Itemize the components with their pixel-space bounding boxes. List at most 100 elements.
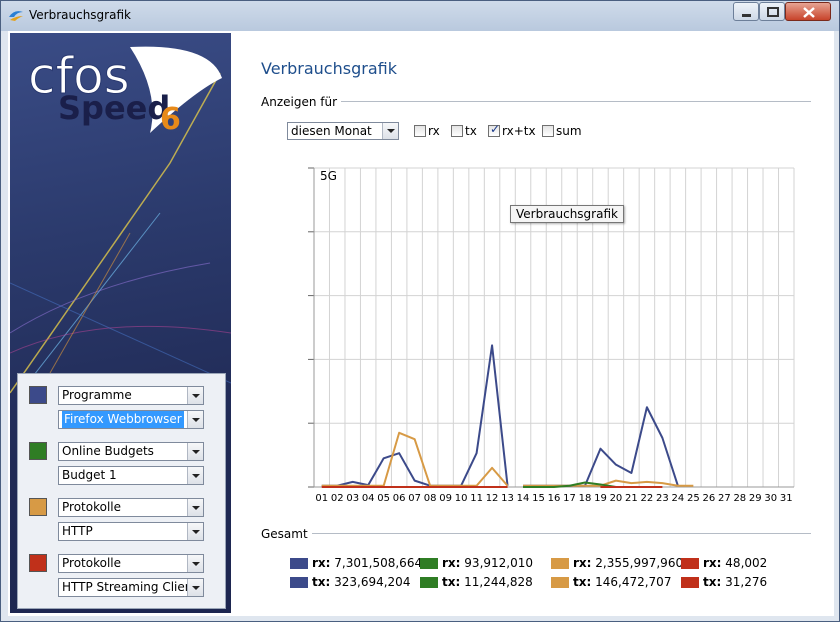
filter-panel: Programme Firefox Webbrowser Online Budget… <box>17 373 226 609</box>
checkbox-rx-tx-label: rx+tx <box>502 124 536 138</box>
x-tick-label: 28 <box>733 493 746 504</box>
y-max-label: 5G <box>320 169 337 183</box>
checkbox-rx-label: rx <box>428 124 440 138</box>
total-tx-item: tx: 323,694,204 <box>290 575 410 589</box>
total-tx-value: 31,276 <box>725 575 768 589</box>
chevron-down-icon[interactable] <box>187 467 203 484</box>
filter-category-value: Online Budgets <box>62 444 154 458</box>
close-button[interactable] <box>785 2 831 21</box>
checkbox-rx-box[interactable] <box>414 125 426 137</box>
x-tick-label: 08 <box>424 493 437 504</box>
filter-item-select[interactable]: Budget 1 <box>58 466 204 485</box>
window-title: Verbrauchsgrafik <box>29 8 131 22</box>
x-tick-label: 27 <box>718 493 731 504</box>
x-tick-label: 07 <box>408 493 421 504</box>
chevron-down-icon[interactable] <box>187 387 203 404</box>
filter-category-select[interactable]: Online Budgets <box>58 442 204 461</box>
filter-category-value: Programme <box>62 388 132 402</box>
x-tick-label: 22 <box>641 493 654 504</box>
checkbox-tx[interactable]: tx <box>451 125 477 139</box>
main-content: cfos Speed 6 Programme Firefox Webbrowser… <box>8 31 834 616</box>
period-select[interactable]: diesen Monat <box>287 122 399 140</box>
chevron-down-icon[interactable] <box>382 123 398 139</box>
x-tick-label: 06 <box>393 493 406 504</box>
total-rx-item: rx: 48,002 <box>681 556 767 570</box>
x-tick-label: 02 <box>331 493 344 504</box>
filter-item-select[interactable]: Firefox Webbrowser <box>58 410 204 429</box>
total-label: Gesamt <box>261 527 308 541</box>
tooltip: Verbrauchsgrafik <box>510 205 624 223</box>
checkbox-rx-tx[interactable]: rx+tx <box>488 123 536 139</box>
x-tick-label: 10 <box>455 493 468 504</box>
x-tick-label: 13 <box>501 493 514 504</box>
filter-category-select[interactable]: Protokolle <box>58 498 204 517</box>
checkbox-tx-box[interactable] <box>451 125 463 137</box>
minimize-button[interactable] <box>733 2 759 21</box>
filter-color-swatch[interactable] <box>29 442 47 460</box>
x-tick-label: 24 <box>672 493 685 504</box>
x-tick-label: 31 <box>780 493 793 504</box>
total-rx-value: 7,301,508,664 <box>334 556 423 570</box>
x-tick-label: 12 <box>486 493 499 504</box>
checkbox-tx-label: tx <box>465 124 477 138</box>
chevron-down-icon[interactable] <box>187 411 203 428</box>
x-tick-label: 17 <box>563 493 576 504</box>
total-rx-value: 93,912,010 <box>464 556 534 570</box>
filter-color-swatch[interactable] <box>29 554 47 572</box>
total-rx-value: 48,002 <box>725 556 768 570</box>
total-tx-value: 146,472,707 <box>595 575 672 589</box>
total-tx-item: tx: 11,244,828 <box>420 575 533 589</box>
page-title: Verbrauchsgrafik <box>261 59 397 78</box>
total-tx-value: 323,694,204 <box>334 575 411 589</box>
checkbox-sum[interactable]: sum <box>542 125 582 139</box>
chevron-down-icon[interactable] <box>187 555 203 572</box>
filter-item-value: HTTP <box>62 524 93 538</box>
filter-color-swatch[interactable] <box>29 498 47 516</box>
filter-item-select[interactable]: HTTP <box>58 522 204 541</box>
total-rx-label: rx: <box>442 556 461 570</box>
maximize-button[interactable] <box>759 2 785 21</box>
chevron-down-icon[interactable] <box>187 443 203 460</box>
x-tick-label: 25 <box>687 493 700 504</box>
filter-category-select[interactable]: Protokolle <box>58 554 204 573</box>
total-rx-label: rx: <box>312 556 331 570</box>
legend-swatch <box>681 577 699 588</box>
total-tx-label: tx: <box>442 575 461 589</box>
x-tick-label: 20 <box>610 493 623 504</box>
checkbox-rx-tx-box[interactable] <box>488 123 500 137</box>
x-tick-label: 03 <box>346 493 359 504</box>
total-tx-value: 11,244,828 <box>464 575 533 589</box>
legend-swatch <box>681 558 699 569</box>
legend-swatch <box>551 577 569 588</box>
total-rx-item: rx: 2,355,997,960 <box>551 556 683 570</box>
legend-swatch <box>420 558 438 569</box>
title-bar[interactable]: Verbrauchsgrafik <box>1 1 839 31</box>
x-tick-label: 09 <box>439 493 452 504</box>
app-window: Verbrauchsgrafik cfos Speed 6 Programme … <box>0 0 840 622</box>
legend-swatch <box>551 558 569 569</box>
total-rx-item: rx: 7,301,508,664 <box>290 556 422 570</box>
x-tick-label: 11 <box>470 493 483 504</box>
series-line <box>321 344 509 487</box>
svg-text:Speed: Speed <box>58 89 170 127</box>
total-tx-label: tx: <box>312 575 331 589</box>
x-tick-label: 01 <box>315 493 328 504</box>
x-tick-label: 15 <box>532 493 545 504</box>
filter-color-swatch[interactable] <box>29 386 47 404</box>
chevron-down-icon[interactable] <box>187 523 203 540</box>
chevron-down-icon[interactable] <box>187 499 203 516</box>
show-for-label: Anzeigen für <box>261 95 338 109</box>
x-tick-label: 16 <box>548 493 561 504</box>
checkbox-sum-box[interactable] <box>542 125 554 137</box>
x-tick-label: 18 <box>579 493 592 504</box>
chevron-down-icon[interactable] <box>187 579 203 596</box>
total-rx-item: rx: 93,912,010 <box>420 556 533 570</box>
checkbox-rx[interactable]: rx <box>414 125 440 139</box>
total-tx-label: tx: <box>573 575 592 589</box>
filter-item-select[interactable]: HTTP Streaming Client <box>58 578 204 597</box>
close-icon <box>803 7 815 18</box>
filter-item-value: HTTP Streaming Client <box>62 580 198 594</box>
maximize-icon <box>767 7 779 17</box>
filter-category-select[interactable]: Programme <box>58 386 204 405</box>
legend-swatch <box>290 577 308 588</box>
